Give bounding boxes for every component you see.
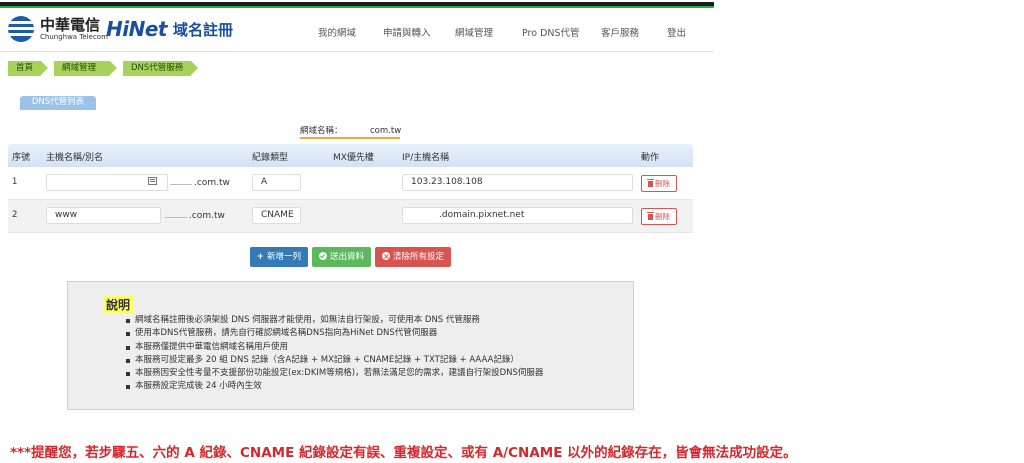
plus-icon: + <box>256 252 265 262</box>
info-list: 網域名稱註冊後必須架設 DNS 伺服器才能使用，如無法自行架設，可使用本 DNS… <box>126 314 626 394</box>
submit-button[interactable]: 送出資料 <box>312 247 371 267</box>
ip-host-input[interactable]: .domain.pixnet.net <box>402 207 633 224</box>
info-title: 說明 <box>103 295 134 314</box>
host-suffix: .com.tw <box>168 178 230 188</box>
col-mx-priority: MX優先權 <box>333 153 374 163</box>
list-item: 本服務因安全性考量不支援部份功能設定(ex:DKIM等規格)，若無法滿足您的需求… <box>126 367 626 380</box>
col-host: 主機名稱/別名 <box>46 153 104 163</box>
info-box: 說明 網域名稱註冊後必須架設 DNS 伺服器才能使用，如無法自行架設，可使用本 … <box>67 281 634 410</box>
table-row: 2 www .com.tw CNAME .domain.pixnet.net 刪… <box>8 200 693 233</box>
breadcrumb-dns-service: DNS代管服務 <box>123 61 198 76</box>
trash-icon <box>647 179 654 187</box>
list-item: 本服務可設定最多 20 組 DNS 記錄（含A記錄 + MX記錄 + CNAME… <box>126 354 626 367</box>
domain-name-label: 網域名稱： com.tw <box>300 123 402 139</box>
breadcrumb-domain-management[interactable]: 網域管理 <box>54 61 117 76</box>
trash-icon <box>647 212 654 220</box>
list-item: 本服務僅提供中華電信網域名稱用戶使用 <box>126 341 626 354</box>
nav-domain-management[interactable]: 網域管理 <box>455 25 493 39</box>
list-item: 使用本DNS代管服務，請先自行確認網域名稱DNS指向為HiNet DNS代管伺服… <box>126 327 626 340</box>
record-type-input[interactable]: CNAME <box>252 207 301 224</box>
top-color-band <box>0 0 714 10</box>
host-input[interactable]: www <box>46 207 161 224</box>
top-nav: 我的網域 申請與轉入 網域管理 Pro DNS代管 客戶服務 登出 <box>0 25 1024 39</box>
nav-logout[interactable]: 登出 <box>667 25 686 39</box>
clear-all-button[interactable]: 清除所有設定 <box>375 247 451 267</box>
warning-note: ***提醒您，若步驟五、六的 A 紀錄、CNAME 紀錄設定有誤、重複設定、或有… <box>10 445 797 461</box>
section-underline <box>20 109 96 110</box>
check-circle-icon <box>318 252 327 260</box>
add-row-button[interactable]: + 新增一列 <box>250 247 308 267</box>
list-item: 網域名稱註冊後必須架設 DNS 伺服器才能使用，如無法自行架設，可使用本 DNS… <box>126 314 626 327</box>
col-index: 序號 <box>12 153 31 163</box>
picker-icon[interactable] <box>148 177 157 185</box>
nav-my-domains[interactable]: 我的網域 <box>318 25 356 39</box>
nav-apply-transfer[interactable]: 申請與轉入 <box>383 25 431 39</box>
row-index: 1 <box>12 177 18 187</box>
row-index: 2 <box>12 210 18 220</box>
domain-label-text: 網域名稱： <box>300 126 343 136</box>
close-circle-icon <box>381 247 390 267</box>
table-header: 序號 主機名稱/別名 紀錄類型 MX優先權 IP/主機名稱 動作 <box>8 144 693 167</box>
col-record-type: 紀錄類型 <box>252 153 289 163</box>
breadcrumb-home[interactable]: 首頁 <box>8 61 48 76</box>
delete-row-button[interactable]: 刪除 <box>641 175 677 192</box>
list-item: 本服務設定完成後 24 小時內生效 <box>126 380 626 393</box>
delete-row-button[interactable]: 刪除 <box>641 208 677 225</box>
table-row: 1 .com.tw A 103.23.108.108 刪除 <box>8 167 693 200</box>
col-action: 動作 <box>641 153 660 163</box>
header-divider <box>0 51 714 52</box>
host-suffix: .com.tw <box>163 211 225 221</box>
section-title: DNS代管列表 <box>20 96 96 109</box>
nav-pro-dns[interactable]: Pro DNS代管 <box>522 25 580 39</box>
nav-customer-service[interactable]: 客戶服務 <box>601 25 639 39</box>
record-type-input[interactable]: A <box>252 174 301 191</box>
dns-records-table: 序號 主機名稱/別名 紀錄類型 MX優先權 IP/主機名稱 動作 1 .com.… <box>8 144 693 233</box>
ip-host-input[interactable]: 103.23.108.108 <box>402 174 633 191</box>
domain-name-value: com.tw <box>370 126 402 136</box>
col-ip-host: IP/主機名稱 <box>402 153 450 163</box>
